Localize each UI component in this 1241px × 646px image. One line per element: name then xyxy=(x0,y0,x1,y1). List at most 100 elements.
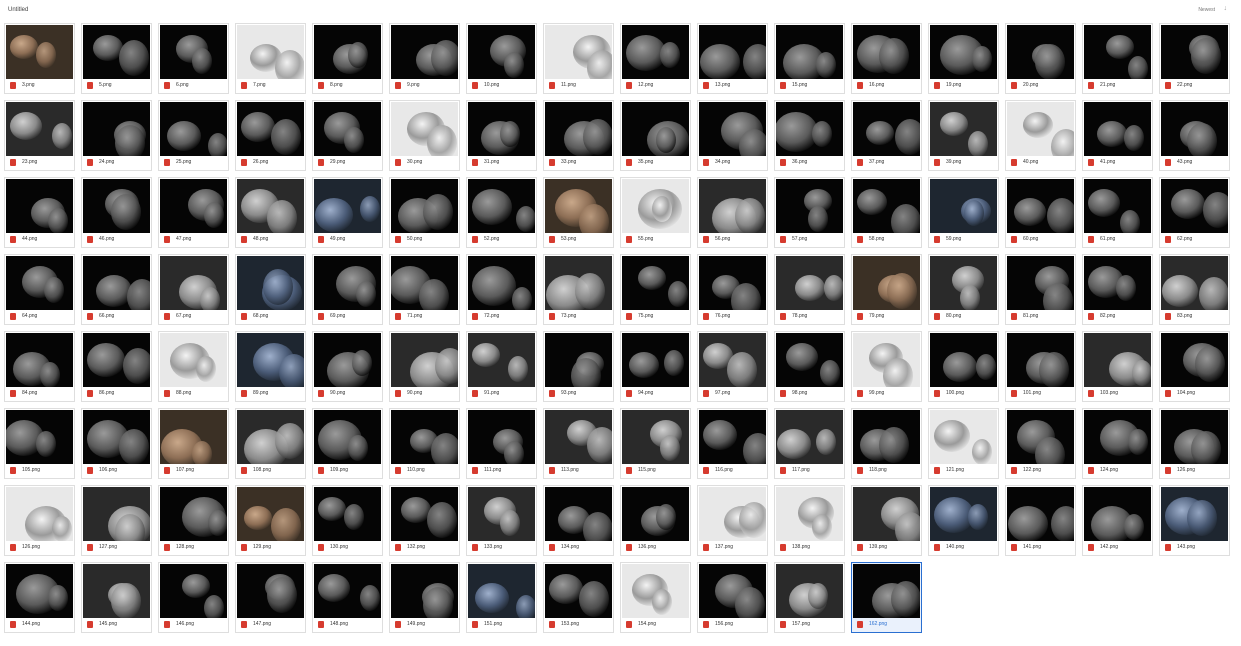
file-tile[interactable]: 115.png xyxy=(620,408,691,479)
file-tile[interactable]: 79.png xyxy=(851,254,922,325)
file-tile[interactable]: 13.png xyxy=(697,23,768,94)
file-tile[interactable]: 147.png xyxy=(235,562,306,633)
file-tile[interactable]: 25.png xyxy=(158,100,229,171)
file-tile[interactable]: 34.png xyxy=(697,100,768,171)
file-tile[interactable]: 71.png xyxy=(389,254,460,325)
file-tile[interactable]: 50.png xyxy=(389,177,460,248)
file-tile[interactable]: 58.png xyxy=(851,177,922,248)
file-tile[interactable]: 80.png xyxy=(928,254,999,325)
file-tile[interactable]: 33.png xyxy=(543,100,614,171)
file-tile[interactable]: 90.png xyxy=(312,331,383,402)
file-tile[interactable]: 117.png xyxy=(774,408,845,479)
file-tile[interactable]: 83.png xyxy=(1159,254,1230,325)
file-tile[interactable]: 136.png xyxy=(620,485,691,556)
file-tile[interactable]: 100.png xyxy=(928,331,999,402)
file-tile[interactable]: 56.png xyxy=(697,177,768,248)
file-tile[interactable]: 127.png xyxy=(81,485,152,556)
file-tile[interactable]: 89.png xyxy=(235,331,306,402)
file-tile[interactable]: 26.png xyxy=(235,100,306,171)
file-tile[interactable]: 48.png xyxy=(235,177,306,248)
file-tile[interactable]: 105.png xyxy=(4,408,75,479)
file-tile[interactable]: 129.png xyxy=(235,485,306,556)
file-tile[interactable]: 108.png xyxy=(235,408,306,479)
file-tile[interactable]: 23.png xyxy=(4,100,75,171)
file-tile[interactable]: 88.png xyxy=(158,331,229,402)
file-tile[interactable]: 153.png xyxy=(543,562,614,633)
file-tile[interactable]: 10.png xyxy=(466,23,537,94)
file-tile[interactable]: 146.png xyxy=(158,562,229,633)
file-tile[interactable]: 69.png xyxy=(312,254,383,325)
file-tile[interactable]: 116.png xyxy=(697,408,768,479)
file-tile[interactable]: 126.png xyxy=(4,485,75,556)
file-tile[interactable]: 24.png xyxy=(81,100,152,171)
file-tile[interactable]: 64.png xyxy=(4,254,75,325)
file-tile[interactable]: 104.png xyxy=(1159,331,1230,402)
file-tile[interactable]: 61.png xyxy=(1082,177,1153,248)
file-tile[interactable]: 49.png xyxy=(312,177,383,248)
file-tile[interactable]: 22.png xyxy=(1159,23,1230,94)
file-tile[interactable]: 52.png xyxy=(466,177,537,248)
file-tile[interactable]: 140.png xyxy=(928,485,999,556)
file-tile[interactable]: 37.png xyxy=(851,100,922,171)
file-tile[interactable]: 93.png xyxy=(543,331,614,402)
file-tile[interactable]: 41.png xyxy=(1082,100,1153,171)
file-tile[interactable]: 137.png xyxy=(697,485,768,556)
file-tile[interactable]: 9.png xyxy=(389,23,460,94)
file-tile[interactable]: 16.png xyxy=(851,23,922,94)
file-tile[interactable]: 90.png xyxy=(389,331,460,402)
file-tile[interactable]: 67.png xyxy=(158,254,229,325)
file-tile[interactable]: 76.png xyxy=(697,254,768,325)
file-tile[interactable]: 139.png xyxy=(851,485,922,556)
file-tile[interactable]: 162.png xyxy=(851,562,922,633)
file-tile[interactable]: 138.png xyxy=(774,485,845,556)
file-tile[interactable]: 145.png xyxy=(81,562,152,633)
file-tile[interactable]: 156.png xyxy=(697,562,768,633)
file-tile[interactable]: 7.png xyxy=(235,23,306,94)
file-tile[interactable]: 122.png xyxy=(1005,408,1076,479)
file-tile[interactable]: 35.png xyxy=(620,100,691,171)
file-tile[interactable]: 130.png xyxy=(312,485,383,556)
file-tile[interactable]: 31.png xyxy=(466,100,537,171)
file-tile[interactable]: 72.png xyxy=(466,254,537,325)
file-tile[interactable]: 57.png xyxy=(774,177,845,248)
file-tile[interactable]: 15.png xyxy=(774,23,845,94)
file-tile[interactable]: 81.png xyxy=(1005,254,1076,325)
file-tile[interactable]: 20.png xyxy=(1005,23,1076,94)
file-tile[interactable]: 40.png xyxy=(1005,100,1076,171)
file-tile[interactable]: 19.png xyxy=(928,23,999,94)
file-tile[interactable]: 47.png xyxy=(158,177,229,248)
file-tile[interactable]: 149.png xyxy=(389,562,460,633)
file-tile[interactable]: 141.png xyxy=(1005,485,1076,556)
file-tile[interactable]: 111.png xyxy=(466,408,537,479)
file-tile[interactable]: 8.png xyxy=(312,23,383,94)
file-tile[interactable]: 36.png xyxy=(774,100,845,171)
file-tile[interactable]: 142.png xyxy=(1082,485,1153,556)
file-tile[interactable]: 101.png xyxy=(1005,331,1076,402)
file-tile[interactable]: 12.png xyxy=(620,23,691,94)
file-tile[interactable]: 110.png xyxy=(389,408,460,479)
file-tile[interactable]: 29.png xyxy=(312,100,383,171)
file-tile[interactable]: 68.png xyxy=(235,254,306,325)
file-tile[interactable]: 21.png xyxy=(1082,23,1153,94)
file-tile[interactable]: 3.png xyxy=(4,23,75,94)
file-tile[interactable]: 132.png xyxy=(389,485,460,556)
file-tile[interactable]: 121.png xyxy=(928,408,999,479)
file-tile[interactable]: 134.png xyxy=(543,485,614,556)
file-tile[interactable]: 75.png xyxy=(620,254,691,325)
file-tile[interactable]: 91.png xyxy=(466,331,537,402)
file-tile[interactable]: 53.png xyxy=(543,177,614,248)
file-tile[interactable]: 46.png xyxy=(81,177,152,248)
file-tile[interactable]: 128.png xyxy=(158,485,229,556)
file-tile[interactable]: 113.png xyxy=(543,408,614,479)
file-tile[interactable]: 94.png xyxy=(620,331,691,402)
file-tile[interactable]: 82.png xyxy=(1082,254,1153,325)
file-tile[interactable]: 98.png xyxy=(774,331,845,402)
file-tile[interactable]: 39.png xyxy=(928,100,999,171)
file-tile[interactable]: 62.png xyxy=(1159,177,1230,248)
file-tile[interactable]: 60.png xyxy=(1005,177,1076,248)
file-tile[interactable]: 30.png xyxy=(389,100,460,171)
file-tile[interactable]: 148.png xyxy=(312,562,383,633)
file-tile[interactable]: 99.png xyxy=(851,331,922,402)
file-tile[interactable]: 86.png xyxy=(81,331,152,402)
file-tile[interactable]: 97.png xyxy=(697,331,768,402)
